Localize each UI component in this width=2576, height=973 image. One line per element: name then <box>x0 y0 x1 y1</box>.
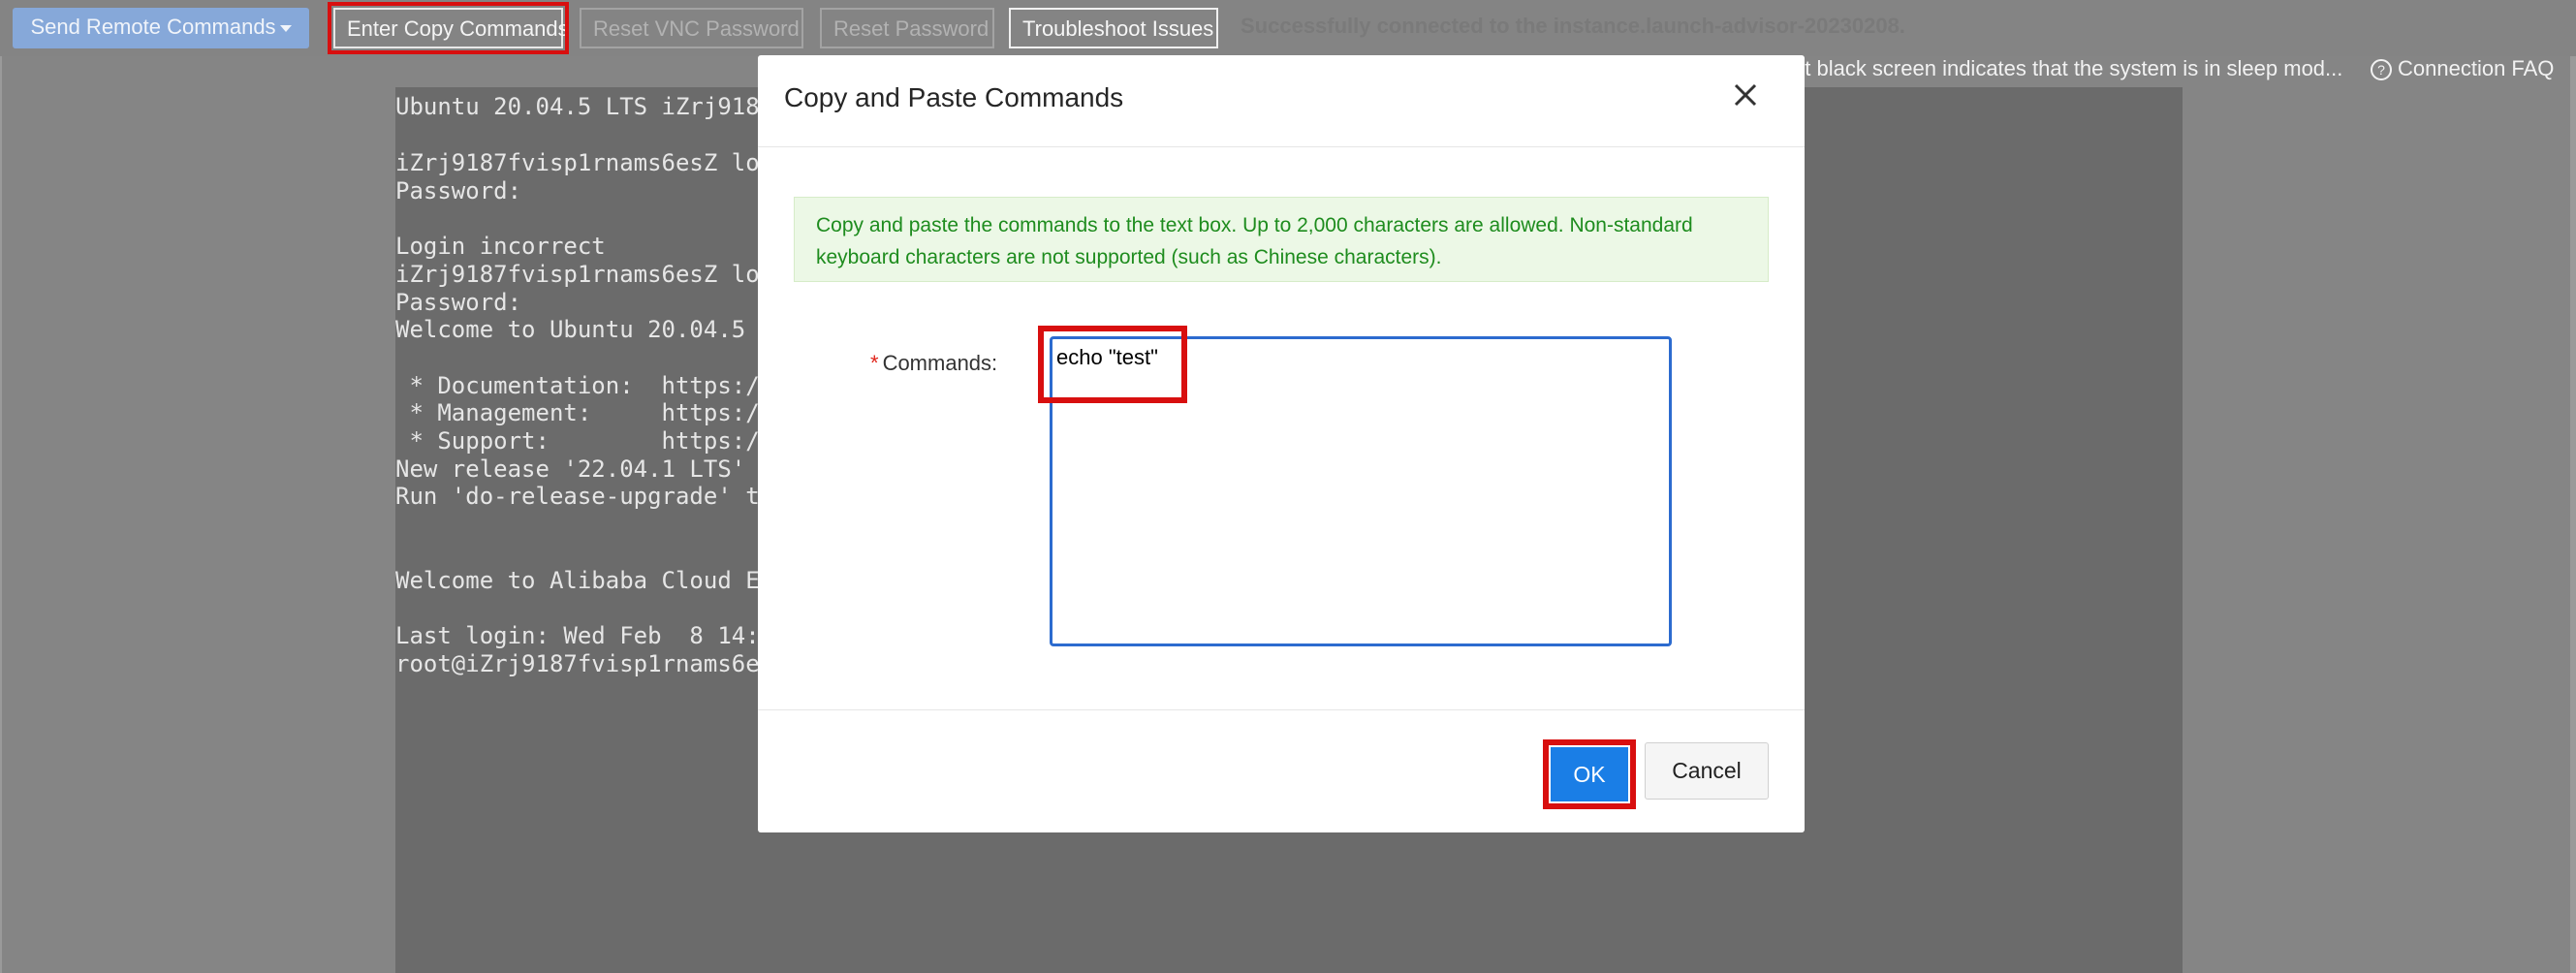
dialog-footer-divider <box>758 709 1805 710</box>
enter-copy-commands-button[interactable]: Enter Copy Commands <box>328 2 569 54</box>
textarea-highlight-box <box>1038 326 1187 403</box>
terminal-line: New release '22.04.1 LTS' <box>395 455 746 483</box>
connection-status-text: Successfully connected to the instance.l… <box>1241 14 1905 38</box>
connection-faq-link[interactable]: ? Connection FAQ <box>2371 56 2554 81</box>
terminal-line: root@iZrj9187fvisp1rnams6e <box>395 650 760 677</box>
terminal-line: Welcome to Alibaba Cloud E <box>395 567 760 594</box>
cancel-button[interactable]: Cancel <box>1645 742 1769 800</box>
window-right-edge <box>2570 0 2576 973</box>
terminal-line: Ubuntu 20.04.5 LTS iZrj918 <box>395 93 760 120</box>
commands-label: * Commands: <box>870 351 997 376</box>
terminal-line: * Support: https:/ <box>395 427 760 455</box>
terminal-line: iZrj9187fvisp1rnams6esZ lo <box>395 261 760 288</box>
terminal-line: Login incorrect <box>395 233 606 260</box>
question-icon: ? <box>2371 59 2392 81</box>
terminal-line: Password: <box>395 177 522 204</box>
copy-paste-dialog: Copy and Paste Commands Copy and paste t… <box>758 55 1805 832</box>
reset-vnc-password-button[interactable]: Reset VNC Password <box>580 8 803 48</box>
terminal-line: Password: <box>395 289 522 316</box>
terminal-line: iZrj9187fvisp1rnams6esZ lo <box>395 149 760 176</box>
window-left-edge <box>0 0 2 973</box>
dialog-title: Copy and Paste Commands <box>784 82 1124 112</box>
commands-label-text: Commands: <box>882 351 998 375</box>
send-remote-commands-button[interactable]: Send Remote Commands <box>13 8 309 48</box>
caret-down-icon <box>279 24 292 32</box>
required-marker: * <box>870 351 879 375</box>
ok-button[interactable]: OK <box>1551 747 1628 801</box>
toolbar: Send Remote Commands Enter Copy Commands… <box>0 0 2576 56</box>
connection-faq-label: Connection FAQ <box>2398 56 2555 80</box>
sleep-mode-notice: nt black screen indicates that the syste… <box>1793 56 2343 80</box>
terminal-line: * Documentation: https:/ <box>395 372 760 399</box>
terminal-line: Welcome to Ubuntu 20.04.5 <box>395 316 746 343</box>
terminal-line: * Management: https:/ <box>395 399 760 426</box>
terminal-line: Last login: Wed Feb 8 14: <box>395 622 760 649</box>
send-remote-commands-label: Send Remote Commands <box>30 15 276 39</box>
reset-password-button[interactable]: Reset Password <box>820 8 994 48</box>
info-alert: Copy and paste the commands to the text … <box>794 197 1769 282</box>
troubleshoot-issues-button[interactable]: Troubleshoot Issues <box>1009 8 1218 48</box>
dialog-divider <box>758 146 1805 147</box>
terminal-line: Run 'do-release-upgrade' t <box>395 483 760 510</box>
close-icon[interactable] <box>1731 80 1760 110</box>
